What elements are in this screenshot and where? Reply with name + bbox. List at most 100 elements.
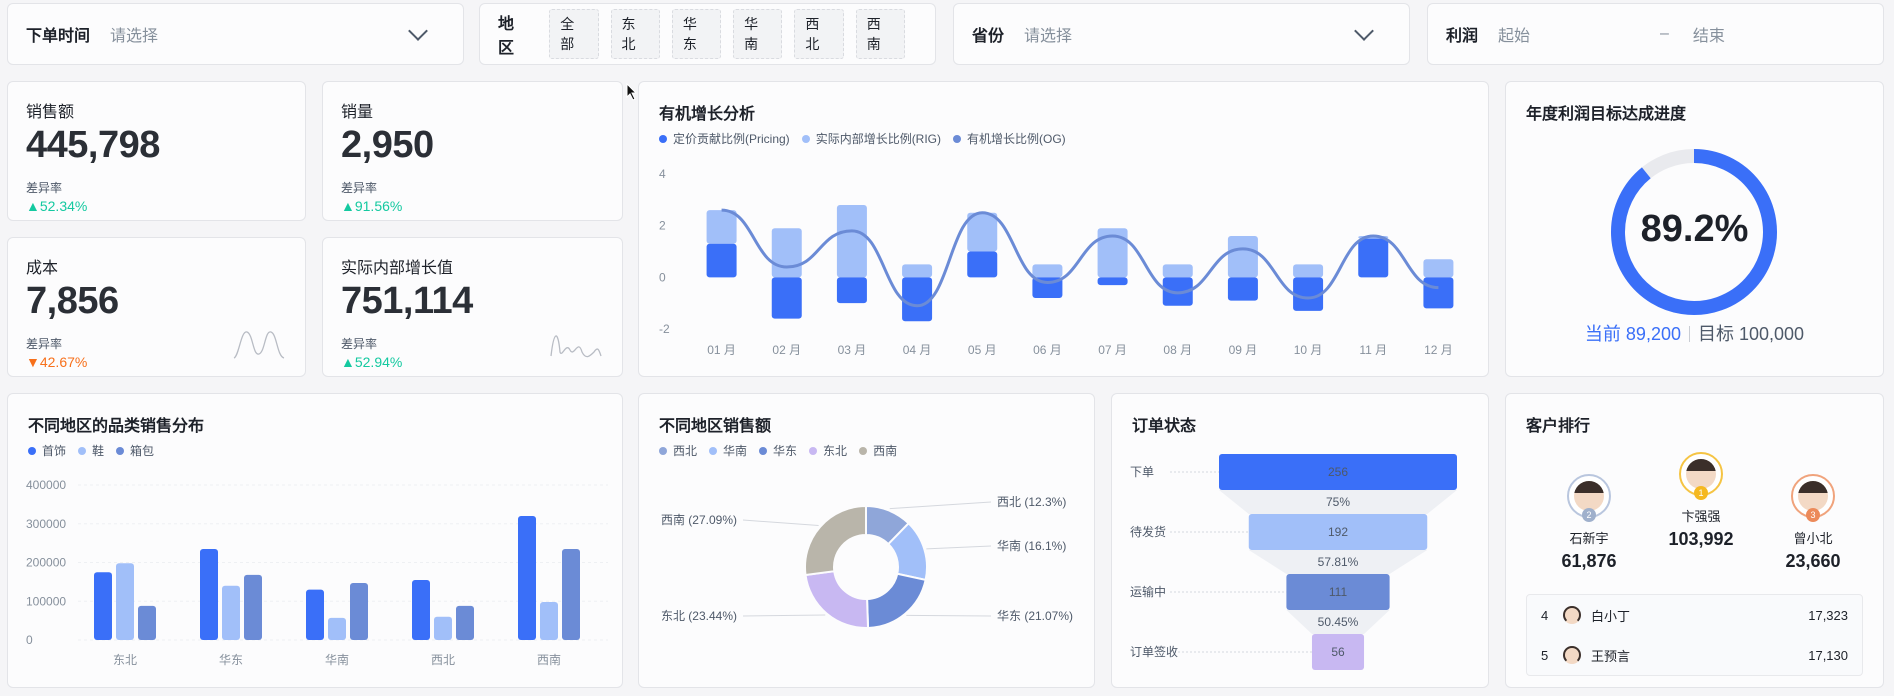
bar-1 — [116, 563, 134, 640]
funnel-stage-label: 待发货 — [1130, 524, 1166, 539]
bar-2 — [138, 605, 156, 640]
ranking-title: 客户排行 — [1526, 418, 1591, 435]
avatar-hair — [1574, 481, 1604, 493]
y-tick-label: 0 — [659, 270, 666, 284]
funnel-stage-label: 运输中 — [1130, 584, 1166, 599]
rank-number: 4 — [1541, 607, 1549, 623]
growth-chart-card: 有机增长分析 定价贡献比例(Pricing) 实际内部增长比例(RIG) 有机增… — [638, 81, 1489, 377]
bar-rig — [902, 264, 933, 278]
arrow-up-icon: ▲ — [341, 198, 355, 214]
bar-pricing — [1423, 277, 1454, 309]
y-tick-label: 200000 — [26, 556, 66, 570]
y-tick-label: 2 — [659, 219, 666, 233]
funnel-value: 56 — [1331, 645, 1345, 659]
avatar-face — [1686, 459, 1716, 489]
podium-second[interactable]: 2 石新宇 61,876 — [1534, 474, 1644, 572]
region-tag-northwest[interactable]: 西北 — [794, 9, 844, 59]
kpi-title: 实际内部增长值 — [341, 260, 454, 277]
x-tick-label: 10 月 — [1294, 343, 1323, 357]
ranking-list: 4 白小丁 17,323 5 王预言 17,130 — [1526, 594, 1863, 676]
customer-name: 曾小北 — [1793, 531, 1833, 546]
podium-third[interactable]: 3 曾小北 23,660 — [1758, 474, 1868, 572]
kpi-delta-value: 91.56% — [354, 198, 403, 214]
x-tick-label: 华南 — [325, 652, 349, 667]
list-item[interactable]: 5 王预言 17,130 — [1527, 635, 1862, 675]
bar-rig — [1227, 236, 1258, 278]
sparkline — [550, 335, 602, 358]
customer-name: 石新宇 — [1569, 531, 1609, 546]
x-tick-label: 12 月 — [1424, 343, 1453, 357]
bar-pricing — [902, 277, 933, 322]
bar-pricing — [836, 277, 867, 304]
arrow-up-icon: ▲ — [341, 354, 355, 370]
region-tag-southwest[interactable]: 西南 — [855, 9, 905, 59]
profit-end-input[interactable]: 结束 — [1693, 22, 1865, 46]
filter-province[interactable]: 省份 请选择 — [953, 3, 1410, 65]
pie-leader-line — [742, 614, 826, 617]
bar-2 — [350, 583, 368, 640]
pie-label: 西南 (27.09%) — [661, 512, 737, 527]
bar-1 — [540, 602, 558, 640]
order-funnel: 75% 256 下单 57.81% 192 待发货 50.45% 111 运输中 56 订单签收 — [1130, 454, 1457, 670]
x-tick-label: 华东 — [219, 653, 243, 667]
kpi-delta-value: 52.34% — [39, 198, 88, 214]
order-time-select[interactable]: 请选择 — [110, 22, 411, 46]
mouse-cursor-icon — [626, 83, 638, 101]
pie-leader-line — [742, 519, 819, 526]
filter-order-time[interactable]: 下单时间 请选择 — [7, 3, 464, 65]
rank-badge: 2 — [1582, 508, 1596, 522]
x-tick-label: 西南 — [537, 652, 561, 667]
x-tick-label: 04 月 — [903, 343, 932, 357]
filter-region: 地区 全部 东北 华东 华南 西北 西南 — [479, 3, 936, 65]
kpi-delta: ▲91.56% — [341, 198, 604, 214]
rank-badge: 3 — [1806, 508, 1820, 522]
pie-label: 华南 (16.1%) — [997, 538, 1066, 553]
region-tag-east[interactable]: 华东 — [671, 9, 722, 59]
pie-slice — [866, 572, 927, 629]
kpi-value: 2,950 — [341, 124, 434, 166]
sparkline — [233, 331, 285, 359]
y-tick-label: 400000 — [26, 478, 66, 492]
funnel-value: 256 — [1328, 465, 1348, 479]
chevron-down-icon[interactable] — [408, 21, 428, 41]
funnel-stage-label: 订单签收 — [1130, 644, 1178, 659]
chevron-down-icon[interactable] — [1354, 21, 1374, 41]
gauge-target: 目标 100,000 — [1697, 324, 1805, 344]
avatar-hair — [1686, 459, 1716, 471]
order-time-label: 下单时间 — [26, 28, 91, 45]
kpi-title: 销售额 — [26, 104, 75, 121]
x-tick-label: 02 月 — [772, 343, 801, 357]
avatar — [1563, 606, 1581, 624]
pie-label: 东北 (23.44%) — [661, 609, 737, 623]
growth-chart: 4 2 0 -2 01 月 02 月 03 月 04 月 05 月 06 月 07 月 08 月 09 … — [659, 167, 1454, 357]
region-tag-south[interactable]: 华南 — [733, 9, 783, 59]
region-tag-all[interactable]: 全部 — [549, 9, 599, 59]
pie-label: 华东 (21.07%) — [997, 609, 1073, 623]
bar-0 — [306, 589, 324, 640]
x-tick-label: 东北 — [113, 653, 137, 667]
rank-number: 5 — [1541, 647, 1549, 663]
region-tag-northeast[interactable]: 东北 — [610, 9, 660, 59]
list-item[interactable]: 4 白小丁 17,323 — [1527, 595, 1862, 635]
province-select[interactable]: 请选择 — [1024, 22, 1357, 46]
kpi-title: 销量 — [341, 104, 374, 121]
bar-rig — [836, 205, 867, 278]
profit-start-input[interactable]: 起始 — [1498, 22, 1648, 46]
podium-first[interactable]: 1 卞强强 103,992 — [1646, 452, 1756, 550]
kpi-value: 445,798 — [26, 124, 160, 166]
region-pie-chart: 西北 (12.3%) 华南 (16.1%) 华东 (21.07%) 东北 (23.44… — [661, 495, 1073, 629]
y-tick-label: 0 — [26, 633, 33, 647]
avatar-hair — [1798, 481, 1828, 493]
bar-0 — [412, 579, 430, 640]
x-tick-label: 03 月 — [838, 343, 867, 357]
avatar: 2 — [1567, 474, 1611, 522]
pie-slice — [804, 570, 870, 629]
funnel-value: 192 — [1328, 525, 1348, 539]
y-tick-label: 4 — [659, 167, 666, 181]
customer-value: 103,992 — [1668, 529, 1734, 549]
customer-value: 17,130 — [1808, 647, 1848, 663]
gauge-card: 年度利润目标达成进度 89.2% 当前 89,200 目标 100,000 — [1505, 81, 1884, 377]
y-tick-label: -2 — [659, 322, 670, 336]
kpi-delta-value: 42.67% — [39, 354, 88, 370]
pie-leader-line — [906, 614, 992, 617]
